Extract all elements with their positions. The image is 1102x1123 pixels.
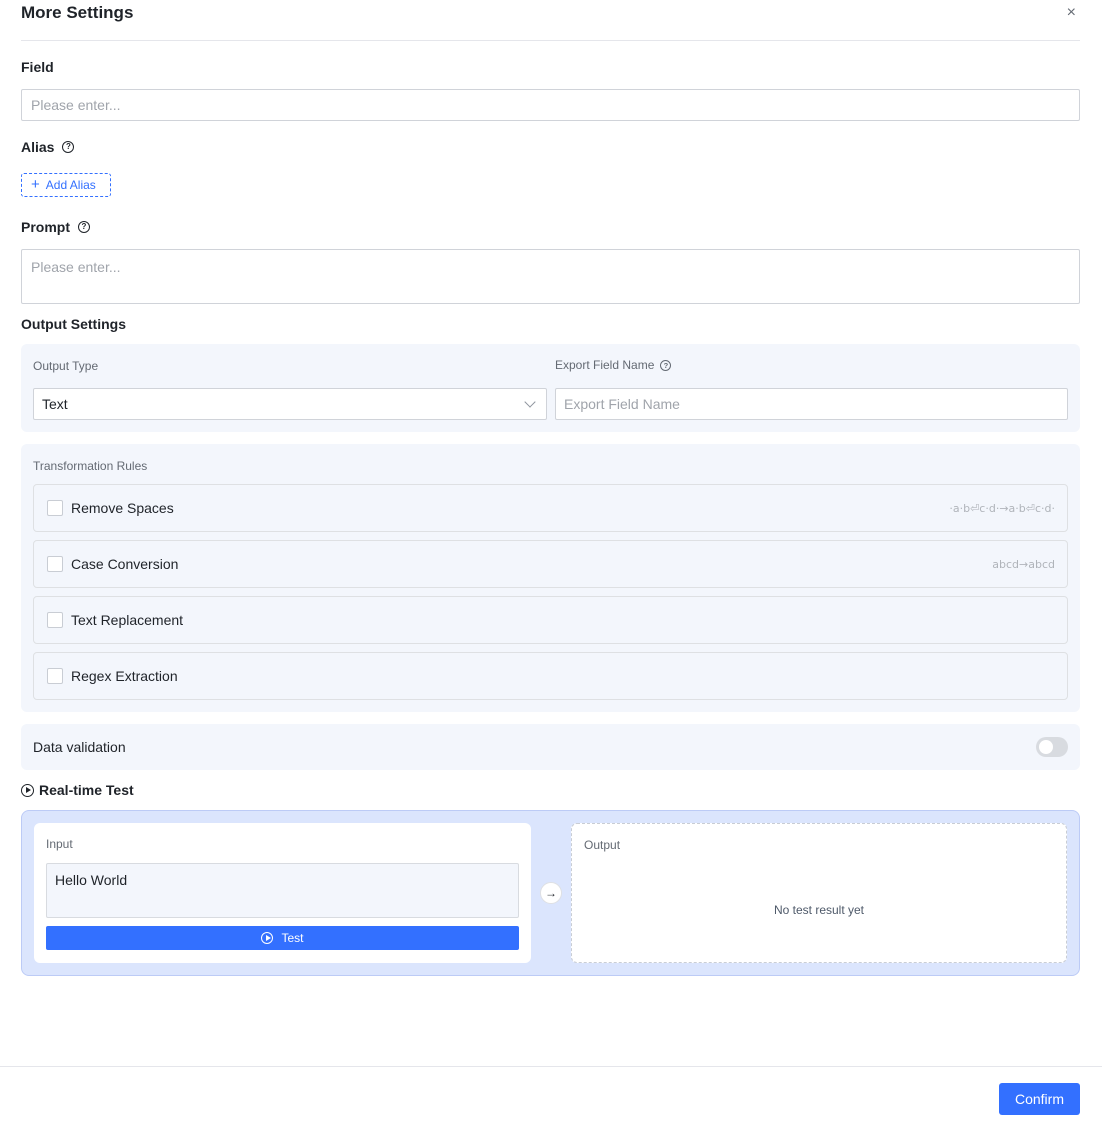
rule-regex-extraction[interactable]: Regex Extraction bbox=[33, 652, 1068, 700]
test-output-card: Output No test result yet bbox=[571, 823, 1067, 963]
dialog-header: More Settings × bbox=[21, 0, 1080, 41]
input-label: Input bbox=[46, 837, 73, 851]
test-input-textarea[interactable]: Hello World bbox=[46, 863, 519, 918]
checkbox[interactable] bbox=[47, 612, 63, 628]
checkbox[interactable] bbox=[47, 668, 63, 684]
play-circle-icon bbox=[261, 932, 274, 944]
data-validation-row: Data validation bbox=[21, 724, 1080, 770]
arrow-right-icon: → bbox=[540, 882, 562, 904]
prompt-label: Prompt ? bbox=[21, 219, 90, 235]
transformation-rules-label: Transformation Rules bbox=[33, 459, 148, 473]
output-type-select[interactable]: Text bbox=[33, 388, 547, 420]
realtime-test-area: Input Hello World Test → Output No test … bbox=[21, 810, 1080, 976]
export-field-name-label: Export Field Name ? bbox=[555, 358, 672, 372]
rule-case-conversion[interactable]: Case Conversion abcd→abcd bbox=[33, 540, 1068, 588]
prompt-textarea[interactable]: Please enter... bbox=[21, 249, 1080, 304]
play-circle-icon bbox=[21, 783, 34, 797]
dialog-title: More Settings bbox=[21, 3, 134, 22]
confirm-button[interactable]: Confirm bbox=[999, 1083, 1080, 1115]
output-settings-heading: Output Settings bbox=[21, 316, 126, 332]
dialog-footer: Confirm bbox=[0, 1066, 1102, 1123]
output-settings-panel: Output Type Text Export Field Name ? Exp… bbox=[21, 344, 1080, 432]
output-type-label: Output Type bbox=[33, 359, 99, 373]
rule-example-hint: ·a·b⏎c·d·→a·b⏎c·d· bbox=[949, 501, 1055, 515]
rule-remove-spaces[interactable]: Remove Spaces ·a·b⏎c·d·→a·b⏎c·d· bbox=[33, 484, 1068, 532]
checkbox[interactable] bbox=[47, 556, 63, 572]
transformation-rules-panel: Transformation Rules Remove Spaces ·a·b⏎… bbox=[21, 444, 1080, 712]
close-icon[interactable]: × bbox=[1067, 4, 1076, 22]
field-label: Field bbox=[21, 59, 54, 75]
toggle-knob bbox=[1039, 740, 1053, 754]
help-icon[interactable]: ? bbox=[78, 221, 90, 233]
empty-result-text: No test result yet bbox=[773, 903, 865, 917]
data-validation-toggle[interactable] bbox=[1036, 737, 1068, 757]
data-validation-label: Data validation bbox=[33, 739, 126, 755]
rule-text-replacement[interactable]: Text Replacement bbox=[33, 596, 1068, 644]
plus-icon: + bbox=[31, 176, 40, 193]
help-icon[interactable]: ? bbox=[62, 141, 75, 153]
field-input[interactable]: Please enter... bbox=[21, 89, 1080, 121]
test-input-card: Input Hello World Test bbox=[34, 823, 531, 963]
add-alias-button[interactable]: + Add Alias bbox=[21, 173, 111, 197]
test-button[interactable]: Test bbox=[46, 926, 519, 950]
export-field-name-input[interactable]: Export Field Name bbox=[555, 388, 1068, 420]
alias-label: Alias ? bbox=[21, 139, 75, 155]
rule-example-hint: abcd→abcd bbox=[992, 557, 1055, 571]
output-label: Output bbox=[584, 838, 621, 852]
checkbox[interactable] bbox=[47, 500, 63, 516]
chevron-down-icon bbox=[524, 396, 536, 408]
realtime-test-heading: Real-time Test bbox=[21, 782, 134, 798]
help-icon[interactable]: ? bbox=[660, 359, 672, 371]
